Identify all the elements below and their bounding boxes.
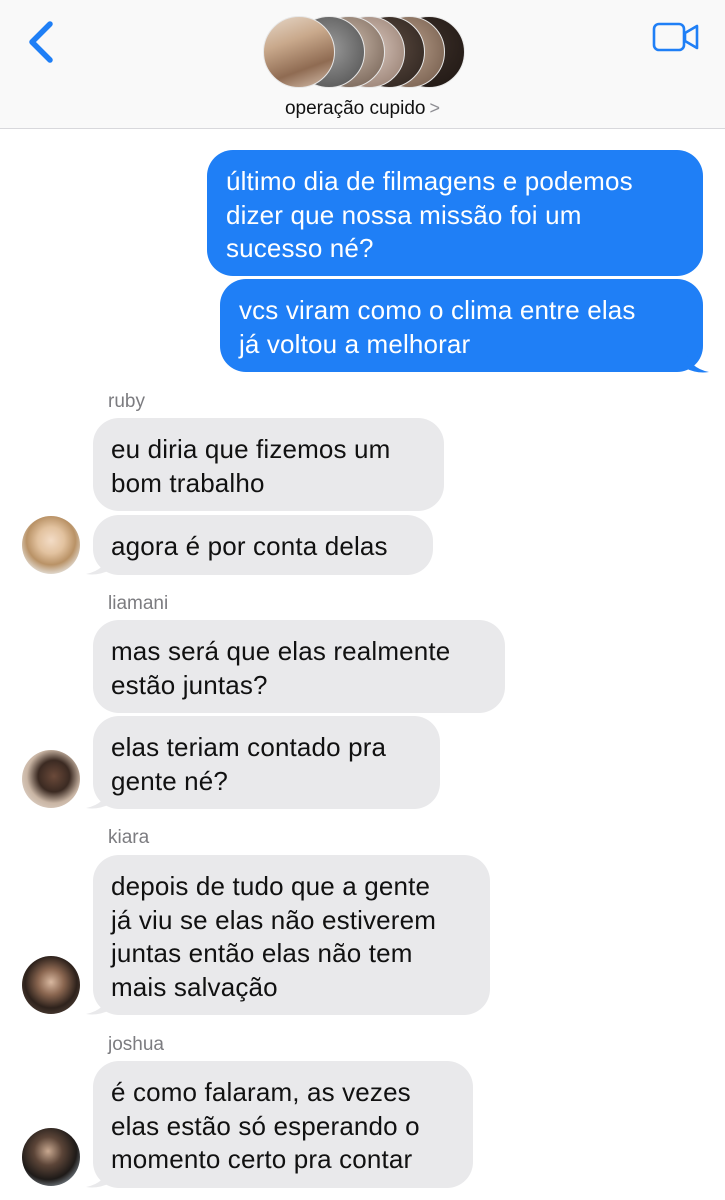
message-line: juntas então elas não tem: [111, 938, 413, 968]
bubble-tail: [86, 786, 110, 809]
avatar[interactable]: [22, 750, 80, 808]
outgoing-message[interactable]: vcs viram como o clima entre elas já vol…: [220, 279, 703, 372]
incoming-message[interactable]: mas será que elas realmente estão juntas…: [93, 620, 505, 713]
group-name-label: operação cupido: [284, 98, 426, 119]
message-line: elas estão só esperando o: [111, 1110, 420, 1141]
sender-name: liamani: [108, 593, 169, 614]
avatar[interactable]: [22, 516, 80, 574]
group-name[interactable]: operação cupido >: [0, 98, 725, 120]
message-line: já voltou a melhorar: [239, 328, 471, 359]
message-line: elas teriam contado pra: [111, 732, 387, 762]
bubble-tail: [86, 552, 110, 575]
message-line: depois de tudo que a gente: [111, 871, 431, 901]
message-line: último dia de filmagens e podemos: [226, 166, 633, 196]
message-line: mais salvação: [111, 971, 278, 1002]
bubble-tail: [685, 350, 709, 373]
message-line: é como falaram, as vezes: [111, 1077, 411, 1107]
incoming-message[interactable]: depois de tudo que a gente já viu se ela…: [93, 855, 490, 1015]
incoming-message[interactable]: agora é por conta delas: [93, 515, 433, 575]
incoming-message[interactable]: eu diria que fizemos um bom trabalho: [93, 418, 444, 511]
message-line: dizer que nossa missão foi um: [226, 199, 582, 230]
message-line: vcs viram como o clima entre elas: [239, 295, 636, 325]
message-line: sucesso né?: [226, 233, 374, 263]
message-line: já viu se elas não estiverem: [111, 904, 437, 935]
message-line: eu diria que fizemos um: [111, 434, 391, 464]
avatar[interactable]: [22, 1128, 80, 1186]
video-camera-icon[interactable]: [652, 22, 700, 52]
incoming-message[interactable]: é como falaram, as vezes elas estão só e…: [93, 1061, 473, 1188]
sender-name: joshua: [108, 1034, 164, 1055]
outgoing-message[interactable]: último dia de filmagens e podemos dizer …: [207, 150, 703, 276]
conversation-header: operação cupido >: [0, 0, 725, 129]
message-line: estão juntas?: [111, 669, 268, 700]
message-line: momento certo pra contar: [111, 1144, 413, 1174]
message-line: gente né?: [111, 765, 229, 796]
bubble-tail: [86, 992, 110, 1015]
incoming-message[interactable]: elas teriam contado pra gente né?: [93, 716, 440, 809]
bubble-tail: [86, 1165, 110, 1188]
sender-name: kiara: [108, 827, 150, 848]
message-line: agora é por conta delas: [111, 531, 388, 561]
group-avatar-stack[interactable]: [263, 16, 465, 88]
sender-name: ruby: [108, 391, 145, 412]
message-line: mas será que elas realmente: [111, 636, 451, 666]
avatar[interactable]: [22, 956, 80, 1014]
message-line: bom trabalho: [111, 467, 265, 498]
chevron-right-icon: >: [429, 98, 440, 118]
chevron-left-icon[interactable]: [22, 20, 62, 64]
member-avatar: [263, 16, 335, 88]
